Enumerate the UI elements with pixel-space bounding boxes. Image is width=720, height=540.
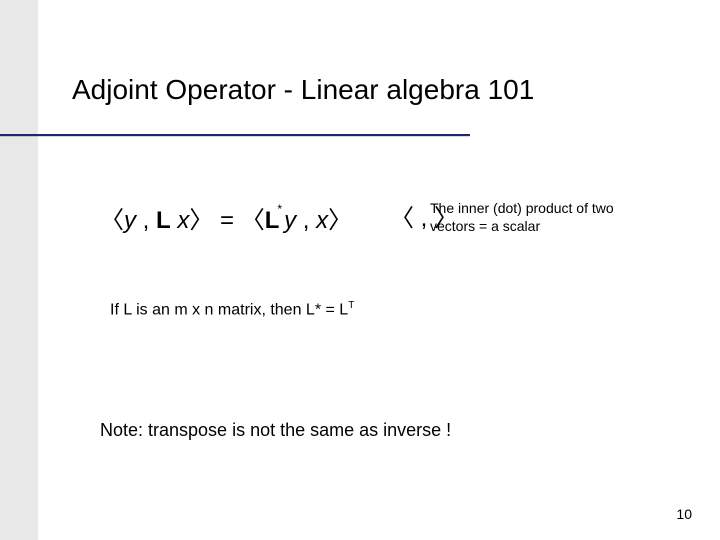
rhs-star: * xyxy=(277,202,282,216)
transpose-note: Note: transpose is not the same as inver… xyxy=(100,420,451,441)
title-underline xyxy=(0,134,470,136)
rhs-x: x xyxy=(316,207,328,234)
slide: Adjoint Operator - Linear algebra 101 〈y… xyxy=(0,0,720,540)
lhs-x: x xyxy=(171,207,190,234)
slide-title: Adjoint Operator - Linear algebra 101 xyxy=(72,74,534,106)
lhs-sep: , xyxy=(136,207,156,234)
eq-sign: = xyxy=(213,207,240,234)
lhs-y: y xyxy=(124,207,136,234)
lhs-close-angle: 〉 xyxy=(189,207,213,234)
equation-block: 〈y , L x〉 = 〈L*y , x〉 xyxy=(100,200,352,235)
lhs-L: L xyxy=(156,207,171,234)
matrix-statement: If L is an m x n matrix, then L* = LT xyxy=(110,300,354,319)
rhs-close-angle: 〉 xyxy=(328,207,352,234)
rhs-y: y xyxy=(284,207,296,234)
page-number: 10 xyxy=(676,506,692,522)
lhs-open-angle: 〈 xyxy=(100,207,124,234)
adjoint-equation: 〈y , L x〉 = 〈L*y , x〉 xyxy=(100,207,352,234)
matrix-statement-sup: T xyxy=(348,300,354,311)
rhs-open-angle: 〈 xyxy=(241,207,265,234)
rhs-sep: , xyxy=(296,207,316,234)
inner-product-note: The inner (dot) product of two vectors =… xyxy=(430,200,640,235)
matrix-statement-text: If L is an m x n matrix, then L* = L xyxy=(110,301,348,318)
left-accent-band xyxy=(0,0,38,540)
